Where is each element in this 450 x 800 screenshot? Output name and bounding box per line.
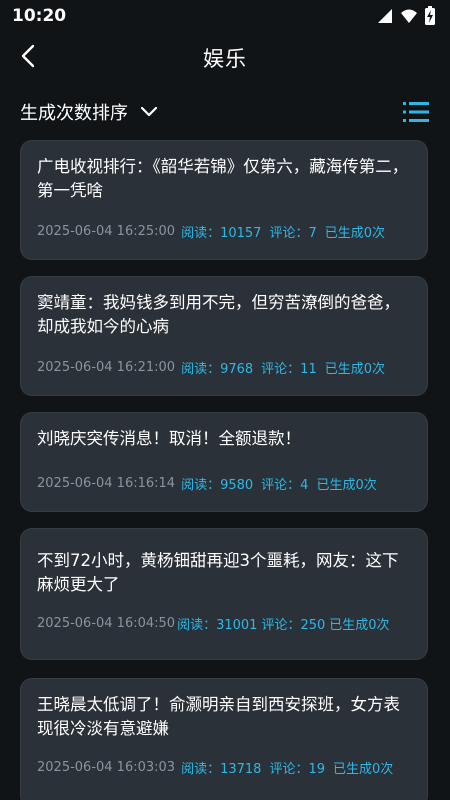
article-card[interactable]: 窦靖童：我妈钱多到用不完，但穷苦潦倒的爸爸，却成我如今的心病 2025-06-0… xyxy=(20,276,428,396)
article-time: 2025-06-04 16:16:14 xyxy=(37,476,176,491)
article-read-count: 阅读：31001 xyxy=(177,618,258,633)
article-generated-count: 已生成0次 xyxy=(329,618,390,633)
battery-icon xyxy=(424,6,436,26)
article-read-count: 阅读：9768 xyxy=(181,362,254,377)
article-generated-count: 已生成0次 xyxy=(316,478,377,493)
article-card[interactable]: 王晓晨太低调了！俞灏明亲自到西安探班，女方表现很冷淡有意避嫌 2025-06-0… xyxy=(20,678,428,800)
article-meta: 2025-06-04 16:25:00 阅读：10157 评论：7 已生成0次 xyxy=(37,222,415,241)
article-title: 王晓晨太低调了！俞灏明亲自到西安探班，女方表现很冷淡有意避嫌 xyxy=(37,695,400,738)
article-title: 窦靖童：我妈钱多到用不完，但穷苦潦倒的爸爸，却成我如今的心病 xyxy=(37,293,400,336)
article-card[interactable]: 不到72小时，黄杨钿甜再迎3个噩耗，网友：这下麻烦更大了 2025-06-04 … xyxy=(20,528,428,660)
back-button[interactable] xyxy=(14,44,42,72)
article-meta: 2025-06-04 16:16:14 阅读：9580 评论：4 已生成0次 xyxy=(37,474,415,493)
article-read-count: 阅读：10157 xyxy=(181,226,262,241)
article-comment-count: 评论：4 xyxy=(261,478,309,493)
article-generated-count: 已生成0次 xyxy=(324,362,385,377)
article-comment-count: 评论：19 xyxy=(269,762,325,777)
article-title: 不到72小时，黄杨钿甜再迎3个噩耗，网友：这下麻烦更大了 xyxy=(37,551,399,594)
article-title: 广电收视排行：《韶华若锦》仅第六，藏海传第二，第一凭啥 xyxy=(37,157,409,200)
article-meta: 2025-06-04 16:21:00 阅读：9768 评论：11 已生成0次 xyxy=(37,358,415,377)
article-card[interactable]: 刘晓庆突传消息！取消！全额退款！ 2025-06-04 16:16:14 阅读：… xyxy=(20,412,428,512)
back-arrow-icon xyxy=(20,44,36,72)
signal-icon xyxy=(376,7,394,25)
status-bar: 10:20 xyxy=(0,0,450,32)
article-card[interactable]: 广电收视排行：《韶华若锦》仅第六，藏海传第二，第一凭啥 2025-06-04 1… xyxy=(20,140,428,260)
sort-dropdown-label[interactable]: 生成次数排序 xyxy=(20,99,128,125)
article-read-count: 阅读：13718 xyxy=(181,762,262,777)
article-comment-count: 评论：250 xyxy=(261,618,326,633)
article-time: 2025-06-04 16:04:50 xyxy=(37,616,176,631)
article-time: 2025-06-04 16:03:03 xyxy=(37,760,176,775)
article-title: 刘晓庆突传消息！取消！全额退款！ xyxy=(37,429,301,448)
article-generated-count: 已生成0次 xyxy=(332,762,394,777)
page-title: 娱乐 xyxy=(203,47,247,71)
article-time: 2025-06-04 16:25:00 xyxy=(37,224,176,239)
chevron-down-icon[interactable] xyxy=(140,106,158,118)
article-comment-count: 评论：11 xyxy=(261,362,317,377)
app-bar: 娱乐 xyxy=(0,32,450,84)
article-read-count: 阅读：9580 xyxy=(181,478,254,493)
list-view-icon[interactable] xyxy=(402,100,430,124)
article-time: 2025-06-04 16:21:00 xyxy=(37,360,176,375)
wifi-icon xyxy=(400,7,418,25)
status-time: 10:20 xyxy=(12,6,67,26)
sort-bar: 生成次数排序 xyxy=(0,92,450,132)
article-generated-count: 已生成0次 xyxy=(324,226,385,241)
article-comment-count: 评论：7 xyxy=(269,226,317,241)
status-icons xyxy=(376,6,436,26)
article-meta: 2025-06-04 16:04:50 阅读：31001 评论：250 已生成0… xyxy=(37,614,415,633)
article-meta: 2025-06-04 16:03:03 阅读：13718 评论：19 已生成0次 xyxy=(37,758,415,777)
